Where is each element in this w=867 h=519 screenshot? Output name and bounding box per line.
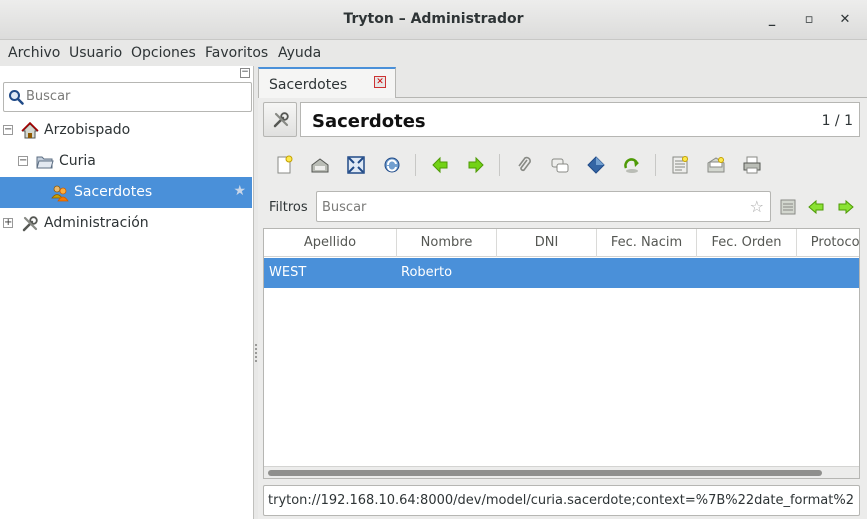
column-header-protocol[interactable]: Protocol [797, 229, 859, 257]
bookmark-star-icon[interactable]: ☆ [750, 197, 764, 216]
column-header-dni[interactable]: DNI [497, 229, 597, 257]
relate-button[interactable] [619, 152, 645, 178]
attachment-button[interactable] [511, 152, 537, 178]
table-row[interactable]: WEST Roberto [264, 258, 859, 288]
table-header: Apellido Nombre DNI Fec. Nacim Fec. Orde… [264, 229, 859, 257]
tree-item-sacerdotes[interactable]: Sacerdotes ★ [0, 177, 252, 208]
form-title: Sacerdotes [312, 111, 426, 132]
next-button[interactable] [463, 152, 489, 178]
previous-button[interactable] [427, 152, 453, 178]
action-icon [587, 156, 605, 174]
menu-archivo[interactable]: Archivo [8, 45, 60, 61]
tree-item-arzobispado[interactable]: − Arzobispado [0, 115, 252, 146]
url-field[interactable] [268, 493, 859, 508]
tree-item-curia[interactable]: − Curia [0, 146, 252, 177]
tree-item-label: Arzobispado [44, 122, 131, 138]
action-button[interactable] [583, 152, 609, 178]
record-counter: 1 / 1 [821, 113, 853, 129]
toolbar [263, 144, 860, 186]
search-icon [9, 90, 24, 105]
minimize-button[interactable]: _ [762, 10, 782, 30]
tab-label: Sacerdotes [269, 77, 348, 93]
tree-item-administracion[interactable]: + Administración [0, 208, 252, 239]
favorite-star-icon[interactable]: ★ [233, 183, 246, 199]
expand-expander[interactable]: + [3, 218, 13, 228]
horizontal-scrollbar[interactable] [264, 466, 859, 478]
cell-apellido: WEST [269, 265, 307, 280]
attachment-icon [518, 156, 531, 172]
tab-sacerdotes[interactable]: Sacerdotes ✕ [258, 67, 396, 99]
sidebar: − − Arzobispado − Curia Sacerd [0, 66, 254, 519]
window-titlebar: Tryton – Administrador _ ▫ ✕ [0, 0, 867, 40]
tree-item-label: Sacerdotes [74, 184, 153, 200]
wrench-icon [273, 112, 289, 128]
column-header-nombre[interactable]: Nombre [397, 229, 497, 257]
menu-favoritos[interactable]: Favoritos [205, 45, 268, 61]
column-header-fec-nacim[interactable]: Fec. Nacim [597, 229, 697, 257]
column-header-apellido[interactable]: Apellido [264, 229, 397, 257]
main-content: Sacerdotes 1 / 1 Filtros Buscar ☆ Apelli… [258, 98, 867, 519]
window-title: Tryton – Administrador [343, 11, 524, 27]
form-title-box: Sacerdotes 1 / 1 [300, 102, 860, 137]
reload-button[interactable] [379, 152, 405, 178]
sidebar-search [3, 82, 252, 112]
filter-search-input[interactable] [322, 200, 742, 215]
switch-view-icon [347, 156, 365, 174]
menu-ayuda[interactable]: Ayuda [278, 45, 321, 61]
tree-item-label: Administración [44, 215, 149, 231]
new-icon [277, 155, 293, 174]
column-header-fec-orden[interactable]: Fec. Orden [697, 229, 797, 257]
url-bar [263, 485, 860, 516]
filter-previous-icon[interactable] [806, 197, 826, 217]
menubar: Archivo Usuario Opciones Favoritos Ayuda [0, 40, 867, 66]
email-button[interactable] [703, 152, 729, 178]
cell-nombre: Roberto [401, 265, 453, 280]
form-header: Sacerdotes 1 / 1 [263, 102, 860, 137]
home-icon [21, 122, 39, 139]
sidebar-search-input[interactable] [26, 89, 246, 104]
switch-view-button[interactable] [343, 152, 369, 178]
filter-search: ☆ [316, 191, 771, 222]
previous-icon [432, 156, 448, 174]
tab-strip: Sacerdotes ✕ [258, 66, 867, 99]
notes-icon [551, 158, 569, 173]
print-button[interactable] [739, 152, 765, 178]
filter-bar: Filtros ☆ [263, 190, 860, 224]
folder-open-icon [36, 156, 54, 169]
email-icon [707, 157, 725, 173]
save-button[interactable] [307, 152, 333, 178]
close-window-button[interactable]: ✕ [835, 10, 855, 30]
report-icon [672, 156, 688, 174]
wrench-button[interactable] [263, 102, 297, 137]
collapse-sidebar-button[interactable]: − [240, 68, 250, 78]
bookmarks-list-icon[interactable] [778, 197, 798, 217]
report-button[interactable] [667, 152, 693, 178]
print-icon [743, 156, 761, 174]
tree-item-label: Curia [59, 153, 96, 169]
tools-icon [22, 216, 38, 232]
save-icon [311, 158, 329, 173]
maximize-button[interactable]: ▫ [799, 10, 819, 30]
people-icon [51, 185, 69, 202]
scrollbar-thumb[interactable] [268, 470, 822, 476]
filter-next-icon[interactable] [836, 197, 856, 217]
close-tab-icon[interactable]: ✕ [374, 76, 386, 88]
filters-label: Filtros [269, 200, 308, 215]
records-table: Apellido Nombre DNI Fec. Nacim Fec. Orde… [263, 228, 860, 479]
menu-usuario[interactable]: Usuario [69, 45, 122, 61]
notes-button[interactable] [547, 152, 573, 178]
menu-opciones[interactable]: Opciones [131, 45, 196, 61]
next-icon [468, 156, 484, 174]
relate-icon [624, 158, 639, 173]
collapse-expander[interactable]: − [3, 125, 13, 135]
reload-icon [384, 157, 400, 173]
new-button[interactable] [271, 152, 297, 178]
collapse-expander[interactable]: − [18, 156, 28, 166]
